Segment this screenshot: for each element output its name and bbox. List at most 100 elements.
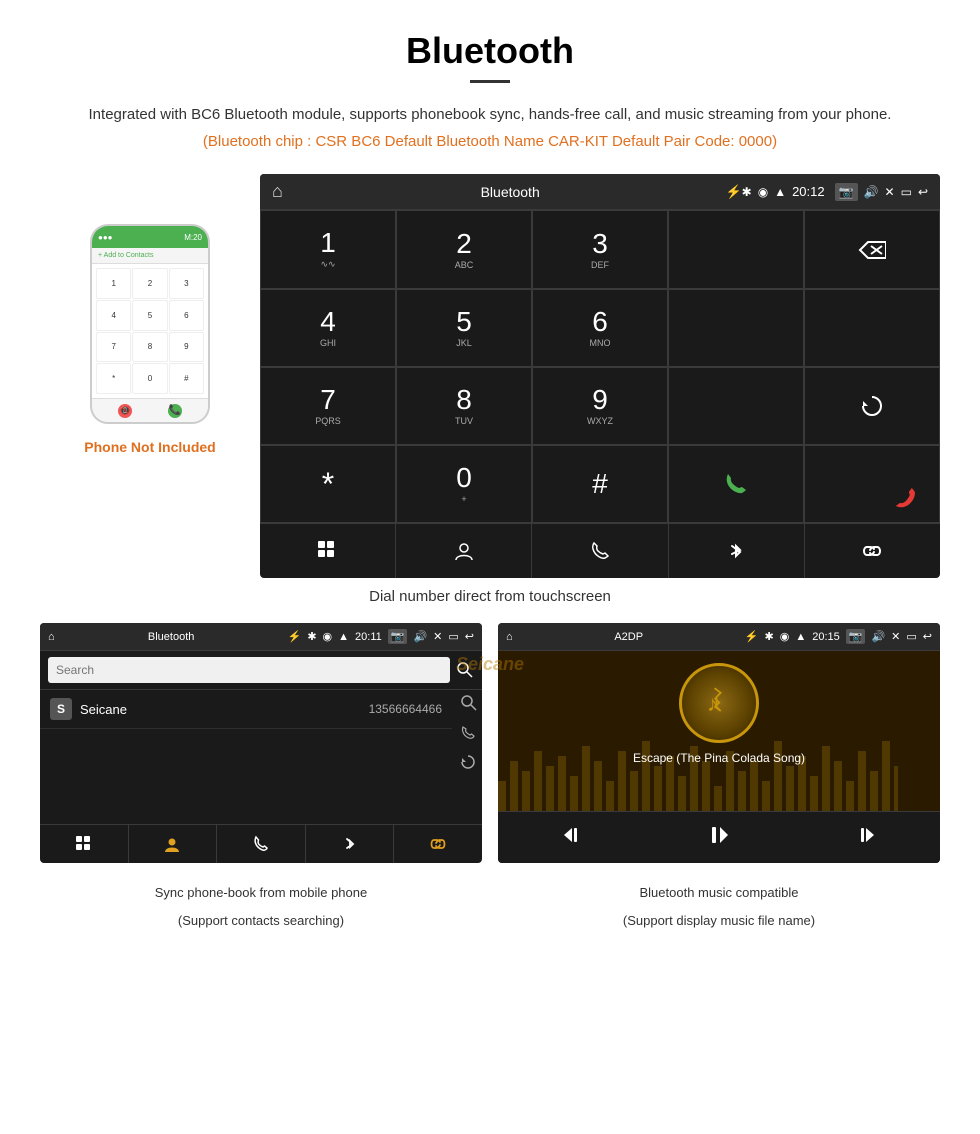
key-1[interactable]: 1 ∿∿ bbox=[260, 210, 396, 289]
phone-illustration: ●●● M:20 + Add to Contacts 123 456 789 *… bbox=[85, 214, 215, 424]
pb-cam-icon: 📷 bbox=[388, 629, 408, 644]
music-caption: Bluetooth music compatible (Support disp… bbox=[498, 875, 940, 930]
pb-search-side-icon[interactable] bbox=[460, 694, 478, 717]
pb-time: 20:11 bbox=[355, 631, 382, 643]
music-loc-icon: ◉ bbox=[780, 630, 790, 643]
next-track-button[interactable] bbox=[847, 820, 885, 855]
end-call-button[interactable] bbox=[804, 445, 940, 523]
grid-action-button[interactable] bbox=[260, 524, 396, 578]
play-pause-button[interactable] bbox=[700, 820, 738, 855]
music-back-icon[interactable]: ↩ bbox=[923, 630, 932, 643]
pb-bt-icon: ✱ bbox=[307, 630, 316, 643]
pb-screen-icon[interactable]: ▭ bbox=[448, 630, 458, 643]
display-area bbox=[668, 210, 804, 289]
pb-usb-icon: ⚡ bbox=[288, 630, 302, 643]
key-star[interactable]: * bbox=[260, 445, 396, 523]
dialer-status-bar: ⌂ Bluetooth ⚡ ✱ ◉ ▲ 20:12 📷 🔊 ✕ ▭ ↩ bbox=[260, 174, 940, 210]
music-cam-icon: 📷 bbox=[846, 629, 866, 644]
key-0[interactable]: 0 + bbox=[396, 445, 532, 523]
song-title: Escape (The Pina Colada Song) bbox=[633, 751, 805, 765]
phonebook-bottom-bar bbox=[40, 824, 482, 863]
phone-action-button[interactable] bbox=[532, 524, 668, 578]
pb-title: Bluetooth bbox=[61, 631, 282, 643]
empty-cell-1 bbox=[668, 289, 804, 367]
bluetooth-status-icon: ✱ bbox=[742, 185, 752, 199]
pb-signal-icon: ▲ bbox=[338, 631, 349, 643]
empty-cell-2 bbox=[804, 289, 940, 367]
pb-bt-btn[interactable] bbox=[306, 825, 395, 863]
signal-icon: ▲ bbox=[774, 185, 786, 199]
refresh-button[interactable] bbox=[804, 367, 940, 445]
pb-vol-icon: 🔊 bbox=[413, 630, 427, 643]
empty-cell-3 bbox=[668, 367, 804, 445]
music-content: ♪ Escape (The Pina Colada Song) bbox=[498, 651, 940, 811]
pb-link-btn[interactable] bbox=[394, 825, 482, 863]
phonebook-caption: Sync phone-book from mobile phone (Suppo… bbox=[40, 875, 482, 930]
pb-phone-side-icon[interactable] bbox=[460, 725, 478, 746]
call-button[interactable] bbox=[668, 445, 804, 523]
phonebook-caption-line2: (Support contacts searching) bbox=[40, 911, 482, 931]
music-caption-line2: (Support display music file name) bbox=[498, 911, 940, 931]
phonebook-screenshot: ⌂ Bluetooth ⚡ ✱ ◉ ▲ 20:11 📷 🔊 ✕ ▭ ↩ S bbox=[40, 623, 482, 863]
music-bt-icon: ✱ bbox=[765, 630, 774, 643]
prev-track-button[interactable] bbox=[553, 820, 591, 855]
contact-name: Seicane bbox=[80, 702, 361, 717]
bottom-captions: Sync phone-book from mobile phone (Suppo… bbox=[40, 875, 940, 930]
bluetooth-action-button[interactable] bbox=[669, 524, 805, 578]
close-icon[interactable]: ✕ bbox=[885, 185, 895, 199]
phonebook-search-bar bbox=[40, 651, 482, 690]
contact-phone: 13566664466 bbox=[369, 702, 442, 716]
phone-wrapper: ●●● M:20 + Add to Contacts 123 456 789 *… bbox=[40, 174, 260, 455]
key-hash[interactable]: # bbox=[532, 445, 668, 523]
key-9[interactable]: 9 WXYZ bbox=[532, 367, 668, 445]
contact-row[interactable]: S Seicane 13566664466 bbox=[40, 690, 452, 729]
camera-icon[interactable]: 📷 bbox=[835, 183, 858, 201]
volume-icon[interactable]: 🔊 bbox=[864, 185, 879, 199]
pb-grid-btn[interactable] bbox=[40, 825, 129, 863]
music-title: A2DP bbox=[519, 631, 739, 643]
pb-phone-btn[interactable] bbox=[217, 825, 306, 863]
dialer-title: Bluetooth bbox=[295, 184, 726, 200]
key-2[interactable]: 2 ABC bbox=[396, 210, 532, 289]
bluetooth-info: (Bluetooth chip : CSR BC6 Default Blueto… bbox=[40, 133, 940, 150]
pb-loc-icon: ◉ bbox=[323, 630, 333, 643]
phonebook-caption-line1: Sync phone-book from mobile phone bbox=[40, 883, 482, 903]
contacts-action-button[interactable] bbox=[396, 524, 532, 578]
music-usb-icon: ⚡ bbox=[745, 630, 759, 643]
pb-refresh-side-icon[interactable] bbox=[460, 754, 478, 775]
usb-icon: ⚡ bbox=[725, 184, 741, 200]
key-4[interactable]: 4 GHI bbox=[260, 289, 396, 367]
dialer-keypad: 1 ∿∿ 2 ABC 3 DEF 4 GHI bbox=[260, 210, 940, 523]
key-8[interactable]: 8 TUV bbox=[396, 367, 532, 445]
phonebook-search-input[interactable] bbox=[48, 657, 450, 683]
key-5[interactable]: 5 JKL bbox=[396, 289, 532, 367]
pb-contacts-btn[interactable] bbox=[129, 825, 218, 863]
pb-home-icon[interactable]: ⌂ bbox=[48, 631, 55, 643]
music-home-icon[interactable]: ⌂ bbox=[506, 631, 513, 643]
pb-close-icon[interactable]: ✕ bbox=[433, 630, 442, 643]
title-divider bbox=[470, 80, 510, 83]
key-7[interactable]: 7 PQRS bbox=[260, 367, 396, 445]
home-icon[interactable]: ⌂ bbox=[272, 181, 283, 202]
dialer-screenshot: ⌂ Bluetooth ⚡ ✱ ◉ ▲ 20:12 📷 🔊 ✕ ▭ ↩ bbox=[260, 174, 940, 578]
music-close-icon[interactable]: ✕ bbox=[891, 630, 900, 643]
album-art: ♪ bbox=[679, 663, 759, 743]
dialer-action-bar bbox=[260, 523, 940, 578]
key-6[interactable]: 6 MNO bbox=[532, 289, 668, 367]
screen-icon[interactable]: ▭ bbox=[901, 185, 912, 199]
link-action-button[interactable] bbox=[805, 524, 940, 578]
pb-back-icon[interactable]: ↩ bbox=[465, 630, 474, 643]
phone-body: ●●● M:20 + Add to Contacts 123 456 789 *… bbox=[90, 224, 210, 424]
page-title: Bluetooth bbox=[40, 30, 940, 72]
key-3[interactable]: 3 DEF bbox=[532, 210, 668, 289]
music-signal-icon: ▲ bbox=[795, 631, 806, 643]
bottom-screenshots: ⌂ Bluetooth ⚡ ✱ ◉ ▲ 20:11 📷 🔊 ✕ ▭ ↩ S bbox=[40, 623, 940, 863]
music-vol-icon: 🔊 bbox=[871, 630, 885, 643]
music-time: 20:15 bbox=[812, 631, 840, 643]
dialer-caption: Dial number direct from touchscreen bbox=[40, 588, 940, 605]
location-icon: ◉ bbox=[758, 185, 768, 199]
music-screen-icon[interactable]: ▭ bbox=[906, 630, 916, 643]
backspace-button[interactable] bbox=[804, 210, 940, 289]
back-icon[interactable]: ↩ bbox=[918, 185, 928, 199]
music-bt-icon: ♪ bbox=[699, 683, 739, 723]
